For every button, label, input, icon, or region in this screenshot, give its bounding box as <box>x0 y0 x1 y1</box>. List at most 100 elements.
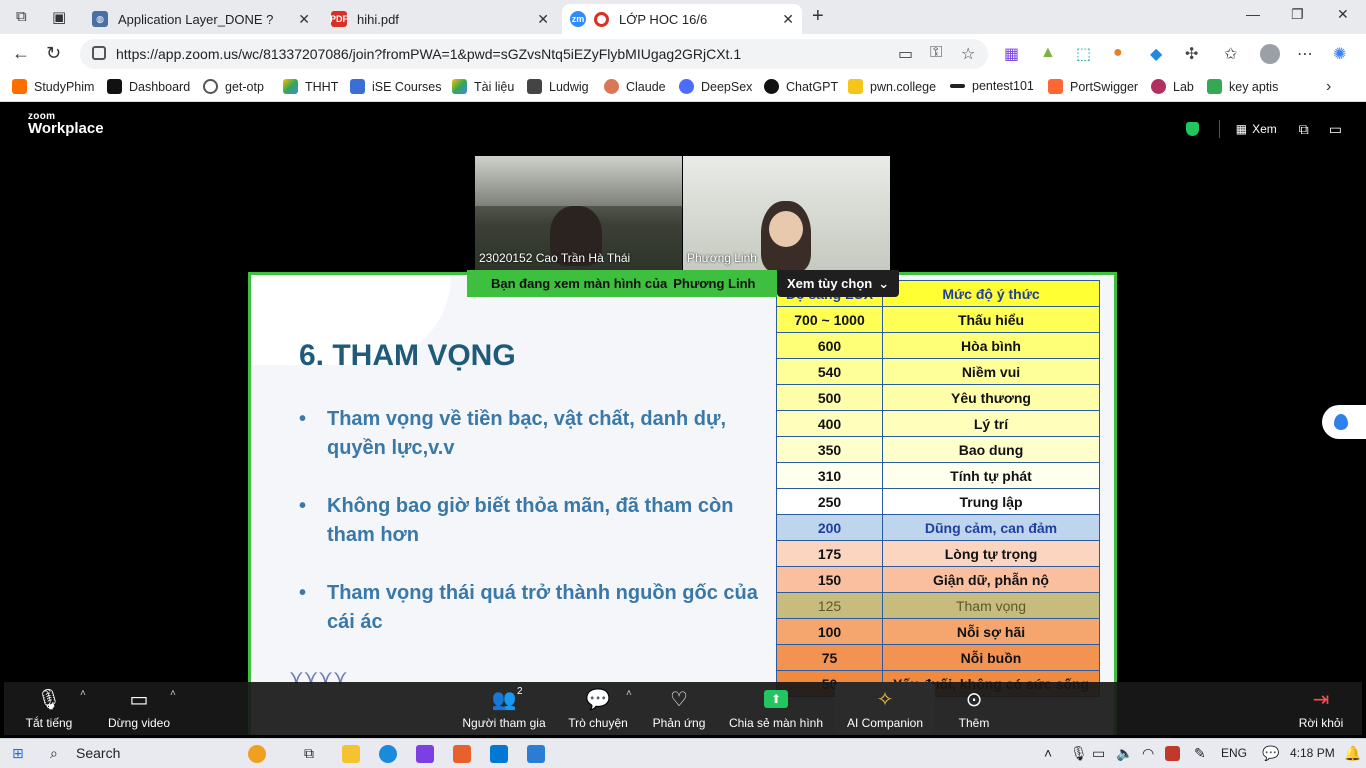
bookmark-thht[interactable]: THHT <box>283 79 338 94</box>
slide-bullet-3: Tham vọng thái quá trở thành nguồn gốc c… <box>299 579 759 637</box>
bookmark-claude[interactable]: Claude <box>604 79 666 94</box>
minimize-icon[interactable]: — <box>1246 6 1260 22</box>
participants-count-badge: 2 <box>517 686 523 697</box>
vertical-tabs-icon[interactable]: ▣ <box>52 8 66 26</box>
share-screen-button[interactable]: ⬆ Chia sẻ màn hình <box>728 682 824 735</box>
tab-hihi-pdf[interactable]: PDF hihi.pdf ✕ <box>323 4 557 34</box>
restore-icon[interactable]: ❐ <box>1291 6 1304 23</box>
input-language[interactable]: ENG <box>1221 746 1247 760</box>
view-options-dropdown[interactable]: Xem tùy chọn ⌄ <box>777 270 899 297</box>
profile-avatar[interactable] <box>1260 44 1280 64</box>
slide-bullet-1: Tham vọng về tiền bạc, vật chất, danh dự… <box>299 405 759 463</box>
speaker-icon[interactable]: 🔈 <box>1116 745 1133 762</box>
extension-grid-icon[interactable]: ▦ <box>1004 44 1019 64</box>
chevron-up-icon[interactable]: ˄ <box>80 688 86 699</box>
file-explorer-icon[interactable] <box>342 745 360 763</box>
burp-icon[interactable] <box>453 745 471 763</box>
microphone-tray-icon[interactable]: 🎙 <box>1070 745 1088 762</box>
copilot-icon[interactable]: ✺ <box>1333 44 1346 64</box>
notepad-icon[interactable] <box>527 745 545 763</box>
chevron-right-icon[interactable]: › <box>1326 78 1331 96</box>
chevron-up-icon[interactable]: ˄ <box>170 688 176 699</box>
chat-bubble-icon: 💬 <box>585 689 611 711</box>
notification-icon[interactable]: 🔔 <box>1344 745 1361 762</box>
extensions-icon[interactable]: ✣ <box>1185 44 1198 64</box>
pip-icon[interactable]: ⧉ <box>1299 121 1309 138</box>
side-assistant-pill[interactable] <box>1322 405 1366 439</box>
wifi-icon[interactable]: ◠ <box>1142 745 1154 762</box>
stop-video-button[interactable]: ▭ Dừng video <box>104 682 174 735</box>
reactions-button[interactable]: ♡ Phản ứng <box>650 682 708 735</box>
chevron-up-icon[interactable]: ˄ <box>626 688 632 699</box>
leave-button[interactable]: ⇥ Rời khỏi <box>1296 682 1346 735</box>
bookmark-dashboard[interactable]: Dashboard <box>107 79 190 94</box>
bookmark-get-otp[interactable]: get-otp <box>203 79 264 94</box>
bookmark-lab[interactable]: Lab <box>1151 79 1194 94</box>
vscode-icon[interactable] <box>490 745 508 763</box>
refresh-icon[interactable]: ↻ <box>46 43 61 64</box>
extension-bracket-icon[interactable]: ⬚ <box>1076 44 1091 64</box>
workspaces-icon[interactable]: ⧉ <box>16 8 27 25</box>
mute-button[interactable]: 🎙 Tắt tiếng <box>22 682 76 735</box>
bookmark-key-aptis[interactable]: key aptis <box>1207 79 1278 94</box>
key-icon[interactable]: ⚿ <box>930 44 942 62</box>
close-tab-icon[interactable]: ✕ <box>782 11 794 28</box>
ai-companion-button[interactable]: ✧ AI Companion <box>835 682 935 735</box>
more-button[interactable]: ⊙ Thêm <box>952 682 996 735</box>
participant-video-1[interactable]: 23020152 Cao Trần Hà Thái <box>475 156 682 272</box>
bookmark-tai-lieu[interactable]: Tài liệu <box>452 79 514 94</box>
close-window-icon[interactable]: ✕ <box>1337 6 1349 23</box>
consciousness-cell: Giận dữ, phẫn nộ <box>882 566 1100 593</box>
sparkle-icon: ✧ <box>876 689 894 711</box>
bookmark-studyphim[interactable]: StudyPhim <box>12 79 94 94</box>
back-icon[interactable]: ← <box>12 43 30 64</box>
zoom-top-controls: ▦ Xem ⧉ ▭ <box>1185 120 1342 138</box>
extension-drop-icon[interactable]: ◆ <box>1150 44 1162 64</box>
edge-icon[interactable] <box>379 745 397 763</box>
participant-video-2[interactable]: Phương Linh <box>683 156 890 272</box>
table-row: 310 Tính tự phát <box>776 462 1100 489</box>
favorite-star-icon[interactable]: ☆ <box>961 44 975 64</box>
bookmark-pwn-college[interactable]: pwn.college <box>848 79 936 94</box>
shared-screen[interactable]: 6. THAM VỌNG Tham vọng về tiền bạc, vật … <box>248 272 1117 735</box>
lux-cell: 500 <box>776 384 883 411</box>
extension-blocker-icon[interactable]: ● <box>1113 44 1123 62</box>
tab-lop-hoc[interactable]: zm LỚP HOC 16/6 ✕ <box>562 4 802 34</box>
encryption-shield-icon[interactable] <box>1185 122 1199 136</box>
close-tab-icon[interactable]: ✕ <box>298 11 310 28</box>
more-menu-icon[interactable]: ⋯ <box>1297 44 1313 64</box>
taskbar-search[interactable]: Search <box>76 745 120 761</box>
bookmark-chatgpt[interactable]: ChatGPT <box>764 79 838 94</box>
bookmark-ise-courses[interactable]: iSE Courses <box>350 79 441 94</box>
pen-icon[interactable]: ✎ <box>1194 745 1206 762</box>
tab-application-layer[interactable]: ◍ Application Layer_DONE ? ✕ <box>84 4 318 34</box>
clock-time[interactable]: 4:18 PM <box>1290 746 1335 760</box>
bookmark-ludwig[interactable]: Ludwig <box>527 79 589 94</box>
bookmark-deepsex[interactable]: DeepSex <box>679 79 752 94</box>
site-info-icon[interactable] <box>92 46 106 60</box>
vpn-icon[interactable] <box>1165 746 1180 761</box>
view-button[interactable]: Xem <box>1252 122 1277 136</box>
recording-icon <box>594 11 609 27</box>
search-icon[interactable]: ⌕ <box>50 745 58 762</box>
url-field[interactable]: https://app.zoom.us/wc/81337207086/join?… <box>80 39 988 69</box>
chat-tray-icon[interactable]: 💬 <box>1262 745 1279 762</box>
favorites-icon[interactable]: ✩ <box>1224 44 1237 64</box>
bookmark-portswigger[interactable]: PortSwigger <box>1048 79 1138 94</box>
close-tab-icon[interactable]: ✕ <box>537 11 549 28</box>
participants-button[interactable]: 👥 Người tham gia <box>460 682 548 735</box>
battery-icon[interactable]: ▭ <box>1092 745 1105 762</box>
chevron-up-icon[interactable]: ˄ <box>1044 745 1052 761</box>
obsidian-icon[interactable] <box>416 745 434 763</box>
windows-start-icon[interactable]: ⊞ <box>12 745 24 762</box>
lux-cell: 175 <box>776 540 883 567</box>
table-row: 100 Nỗi sợ hãi <box>776 618 1100 645</box>
fullscreen-icon[interactable]: ▭ <box>1329 121 1342 138</box>
new-tab-icon[interactable]: + <box>812 5 824 28</box>
camera-permission-icon[interactable]: ▭ <box>898 44 913 64</box>
lux-cell: 125 <box>776 592 883 619</box>
extension-plant-icon[interactable]: ▲ <box>1040 44 1056 62</box>
chat-button[interactable]: 💬 Trò chuyện <box>566 682 630 735</box>
bookmark-pentest101[interactable]: pentest101 <box>950 79 1034 93</box>
task-view-icon[interactable]: ⧉ <box>304 745 314 762</box>
